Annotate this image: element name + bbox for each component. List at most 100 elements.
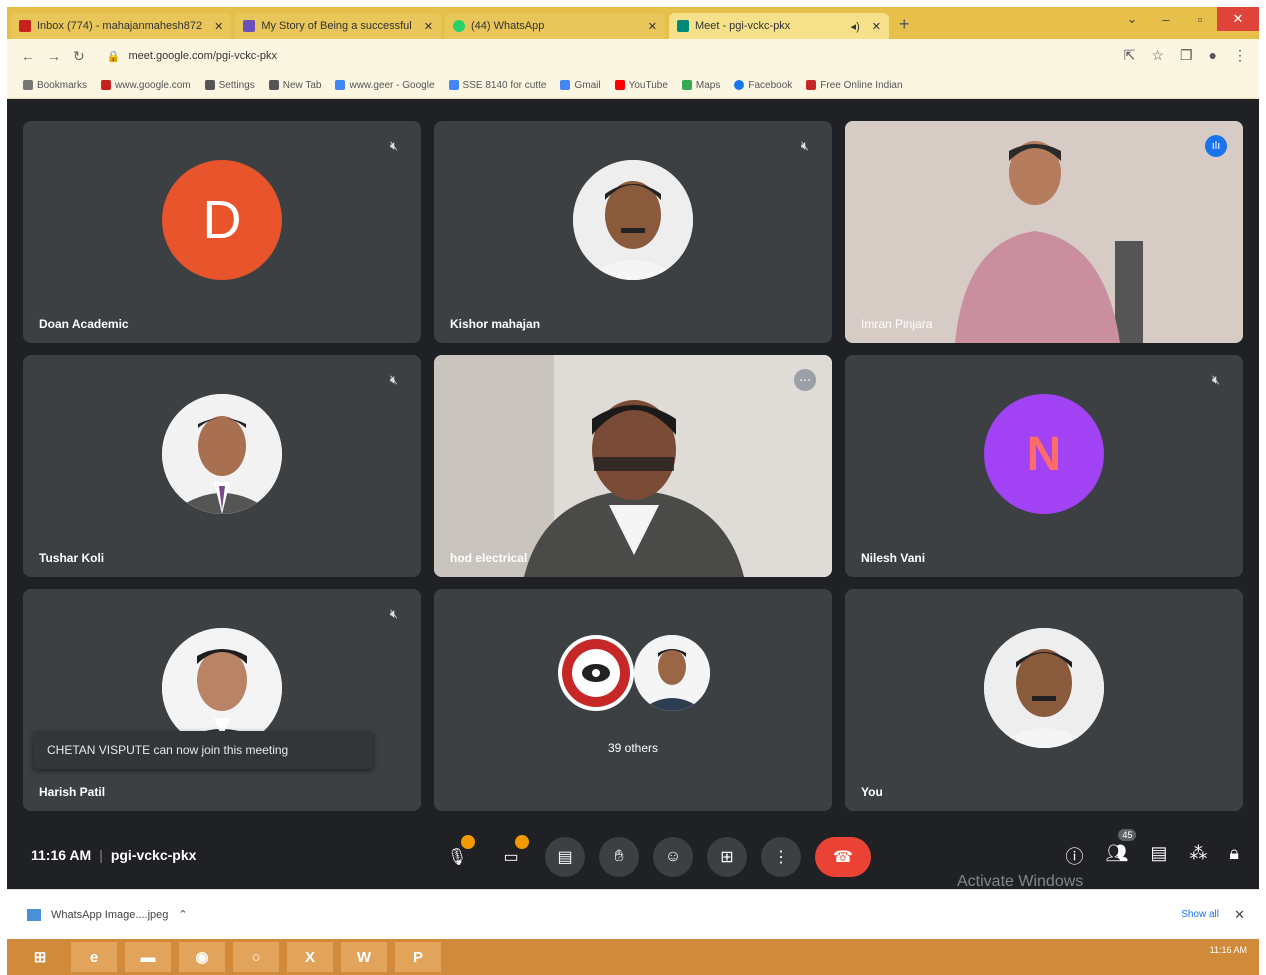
start-button[interactable]: ⊞ — [17, 942, 63, 972]
new-tab-button[interactable]: + — [899, 14, 910, 35]
captions-icon: ▤ — [557, 849, 573, 866]
mic-off-icon: 🔇︎ — [389, 138, 399, 153]
participant-name: hod electrical — [450, 551, 528, 565]
avatar — [162, 628, 282, 748]
lock-icon: 🔒 — [106, 50, 121, 63]
participant-name: Doan Academic — [39, 317, 129, 331]
chevron-down-icon[interactable]: ⌄ — [1115, 7, 1149, 31]
maps-icon — [681, 80, 692, 91]
captions-button[interactable]: ▤ — [545, 837, 585, 877]
bookmark-label: YouTube — [628, 80, 668, 91]
close-icon[interactable]: ✕ — [872, 20, 881, 33]
info-icon[interactable]: ⓘ — [1066, 843, 1084, 869]
bookmark-item[interactable]: Settings — [204, 80, 255, 91]
bookmark-item[interactable]: Maps — [681, 80, 721, 91]
host-controls-icon[interactable]: 🔒︎ — [1229, 843, 1239, 869]
raise-hand-button[interactable]: ✋︎ — [599, 837, 639, 877]
profile-avatar[interactable]: ● — [1209, 47, 1217, 64]
call-controls: 🎙︎ ▭ ▤ ✋︎ ☺ ⊞ ⋮ ☎ — [437, 835, 871, 877]
more-options-button[interactable]: ⋮ — [761, 837, 801, 877]
participant-name: Harish Patil — [39, 785, 106, 799]
tab-whatsapp[interactable]: (44) WhatsApp ✕ — [444, 13, 665, 39]
globe-icon — [268, 80, 279, 91]
powerpoint-icon[interactable]: P — [395, 942, 441, 972]
cast-icon[interactable]: ⇱ — [1124, 47, 1136, 64]
word-icon[interactable]: W — [341, 942, 387, 972]
participant-tile[interactable]: 🔇︎ N Nilesh Vani — [845, 355, 1243, 577]
warning-badge — [461, 835, 475, 849]
bookmark-item[interactable]: YouTube — [614, 80, 668, 91]
reload-icon[interactable]: ↻ — [73, 48, 85, 65]
windows-taskbar: ⊞ e ▬ ◉ ○ X W P 11:16 AM — [7, 939, 1259, 975]
activities-icon[interactable]: ⁂ — [1189, 843, 1207, 869]
close-icon[interactable]: ✕ — [214, 20, 223, 33]
bookmark-item[interactable]: SSE 8140 for cutte — [448, 80, 546, 91]
window-controls: ⌄ – ▫ ✕ — [1115, 7, 1259, 31]
ie-icon[interactable]: e — [71, 942, 117, 972]
bookmark-item[interactable]: Bookmarks — [23, 80, 87, 91]
download-bar: WhatsApp Image....jpeg ⌃ Show all ✕ — [7, 889, 1259, 939]
excel-icon[interactable]: X — [287, 942, 333, 972]
close-icon[interactable]: ✕ — [424, 20, 433, 33]
gear-icon — [204, 80, 215, 91]
tab-gmail[interactable]: Inbox (774) - mahajanmahesh872 ✕ — [11, 13, 232, 39]
close-window-button[interactable]: ✕ — [1217, 7, 1259, 31]
toolbar-actions: ⇱ ☆ ❐ ● ⋮ — [1124, 47, 1247, 64]
bookmark-item[interactable]: Facebook — [734, 80, 792, 91]
camera-toggle-button[interactable]: ▭ — [491, 835, 531, 877]
end-call-icon: ☎ — [833, 849, 853, 866]
participant-tile[interactable]: 39 others — [434, 589, 832, 811]
tab-story[interactable]: My Story of Being a successful ✕ — [235, 13, 441, 39]
tray-clock[interactable]: 11:16 AM — [1210, 945, 1247, 955]
participant-tile[interactable]: ⋯ hod electrical — [434, 355, 832, 577]
star-icon[interactable]: ☆ — [1151, 47, 1164, 64]
bookmark-item[interactable]: Free Online Indian — [806, 80, 903, 91]
tab-strip: Inbox (774) - mahajanmahesh872 ✕ My Stor… — [7, 7, 1259, 39]
bookmark-item[interactable]: www.google.com — [101, 80, 191, 91]
leave-call-button[interactable]: ☎ — [815, 837, 871, 877]
chrome-icon[interactable]: ◉ — [179, 942, 225, 972]
show-all-button[interactable]: Show all — [1181, 909, 1219, 920]
people-button[interactable]: 👥︎ 45 — [1106, 829, 1137, 869]
participant-tile[interactable]: 🔇︎ Harish Patil — [23, 589, 421, 811]
chat-icon[interactable]: ▤ — [1150, 843, 1167, 869]
bookmark-label: Maps — [695, 80, 721, 91]
back-icon[interactable]: ← — [21, 48, 35, 64]
close-icon[interactable]: ✕ — [648, 20, 657, 33]
participant-tile[interactable]: 🔇︎ Tushar Koli — [23, 355, 421, 577]
app-icon[interactable]: ○ — [233, 942, 279, 972]
more-options-icon[interactable]: ⋯ — [794, 369, 816, 391]
chevron-up-icon[interactable]: ⌃ — [178, 908, 187, 921]
person-photo — [162, 628, 282, 748]
bookmark-label: Gmail — [574, 80, 601, 91]
logo-avatar — [562, 639, 630, 707]
participant-tile[interactable]: ılı Imran Pinjara — [845, 121, 1243, 343]
participant-tile[interactable]: 🔇︎ Kishor mahajan — [434, 121, 832, 343]
bookmark-item[interactable]: Gmail — [560, 80, 601, 91]
close-icon[interactable]: ✕ — [1234, 907, 1245, 923]
tab-meet[interactable]: Meet - pgi-vckc-pkx ◂) ✕ — [668, 13, 889, 39]
tab-search-icon[interactable]: ❐ — [1180, 47, 1193, 64]
bookmark-label: Settings — [218, 80, 255, 91]
mic-off-icon: 🔇︎ — [1211, 372, 1221, 387]
meet-stage: 🔇︎ D Doan Academic 🔇︎ Kishor mahajan ılı… — [7, 99, 1259, 890]
mic-toggle-button[interactable]: 🎙︎ — [437, 835, 477, 877]
google-icon — [448, 80, 459, 91]
bookmark-label: Facebook — [748, 80, 793, 91]
file-explorer-icon[interactable]: ▬ — [125, 942, 171, 972]
reactions-button[interactable]: ☺ — [653, 837, 693, 877]
participant-tile[interactable]: You — [845, 589, 1243, 811]
present-button[interactable]: ⊞ — [707, 837, 747, 877]
minimize-button[interactable]: – — [1149, 7, 1183, 31]
bookmark-item[interactable]: New Tab — [268, 80, 321, 91]
address-bar[interactable]: 🔒 meet.google.com/pgi-vckc-pkx — [107, 50, 277, 63]
maximize-button[interactable]: ▫ — [1183, 7, 1217, 31]
participant-tile[interactable]: 🔇︎ D Doan Academic — [23, 121, 421, 343]
menu-icon[interactable]: ⋮ — [1233, 47, 1247, 64]
hand-icon: ✋︎ — [614, 848, 624, 865]
forward-icon[interactable]: → — [47, 48, 61, 64]
download-file-name[interactable]: WhatsApp Image....jpeg — [51, 909, 168, 921]
avatar-letter: N — [1026, 427, 1062, 481]
bookmark-item[interactable]: www.geer - Google — [335, 80, 435, 91]
avatar — [558, 635, 634, 711]
